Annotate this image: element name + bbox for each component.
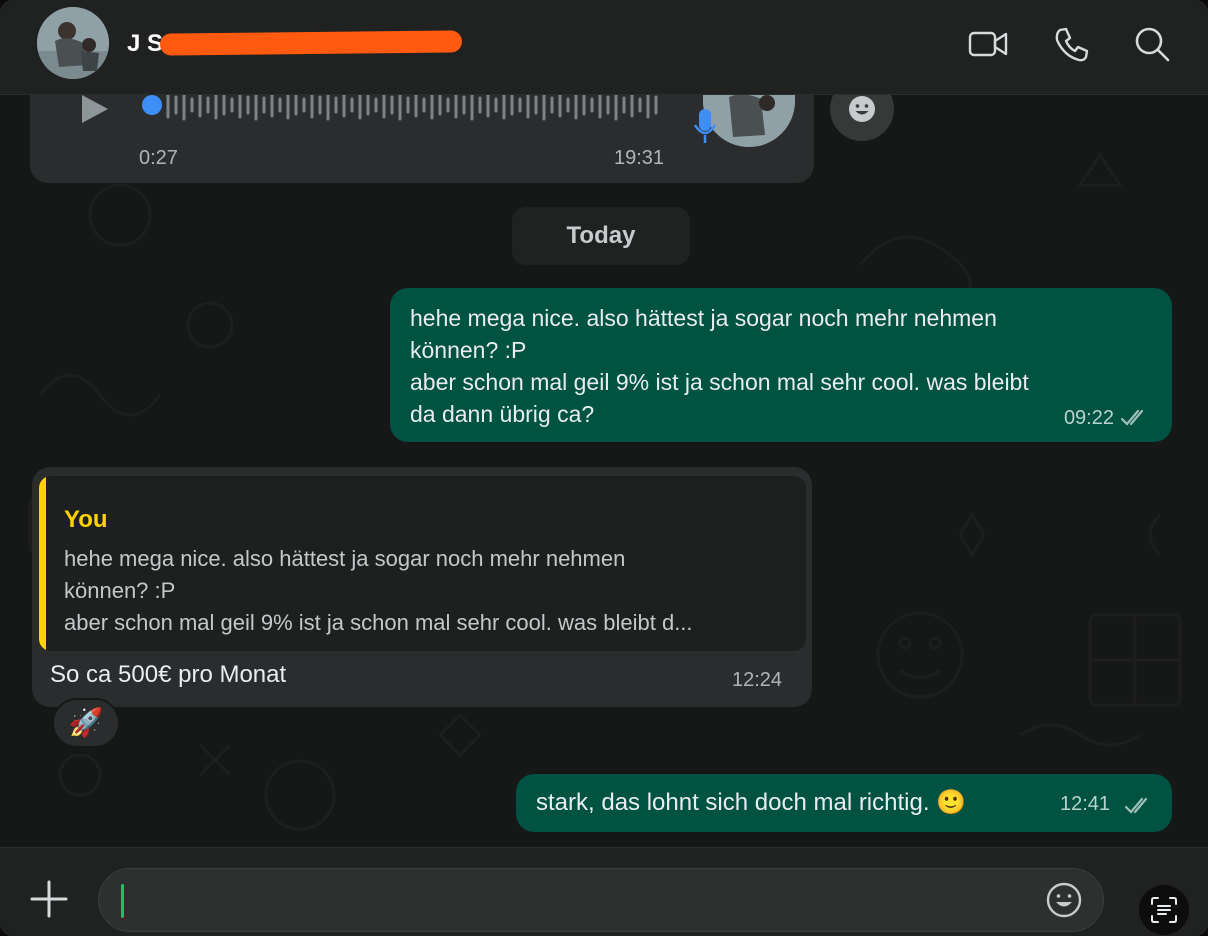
- scan-icon: [1151, 897, 1177, 923]
- message-time: 19:31: [614, 147, 665, 169]
- message-text: stark, das lohnt sich doch mal richtig. …: [536, 789, 967, 816]
- outgoing-message[interactable]: stark, das lohnt sich doch mal richtig. …: [516, 774, 1172, 832]
- play-icon[interactable]: [76, 95, 112, 127]
- contact-avatar[interactable]: [37, 7, 109, 79]
- quote-accent-bar: [39, 476, 46, 651]
- search-icon[interactable]: [1130, 22, 1174, 66]
- message-time: 12:24: [732, 669, 783, 691]
- video-call-icon[interactable]: [966, 22, 1010, 66]
- message-input-box[interactable]: [98, 868, 1104, 932]
- date-separator: Today: [512, 207, 690, 265]
- outgoing-message[interactable]: hehe mega nice. also hättest ja sogar no…: [390, 288, 1172, 442]
- quoted-message[interactable]: You hehe mega nice. also hättest ja soga…: [39, 476, 806, 651]
- message-reaction[interactable]: 🚀: [52, 698, 120, 748]
- read-ticks-icon: [1120, 409, 1144, 426]
- smiley-icon: [849, 96, 875, 122]
- text-cursor: [121, 884, 124, 918]
- attach-plus-icon[interactable]: [28, 878, 70, 920]
- quote-author: You: [64, 506, 108, 533]
- message-input[interactable]: [129, 879, 1009, 923]
- message-composer: [0, 847, 1208, 936]
- message-list[interactable]: 0:27 19:31 Today hehe mega nice. also hä…: [0, 95, 1208, 847]
- microphone-icon: [693, 109, 717, 143]
- chat-header: J S: [0, 0, 1208, 95]
- emoji-icon[interactable]: [1045, 881, 1083, 919]
- incoming-message[interactable]: You hehe mega nice. also hättest ja soga…: [32, 467, 812, 707]
- voice-message[interactable]: 0:27 19:31: [30, 95, 814, 183]
- quote-text: hehe mega nice. also hättest ja sogar no…: [64, 546, 693, 635]
- message-text: hehe mega nice. also hättest ja sogar no…: [410, 305, 1029, 427]
- redaction-mark: [159, 30, 463, 56]
- audio-waveform[interactable]: [142, 95, 662, 127]
- contact-name[interactable]: J S: [127, 30, 163, 58]
- chat-window: J S 0:27 19:31 Today hehe mega nice. als…: [0, 0, 1208, 936]
- message-text: So ca 500€ pro Monat: [50, 661, 287, 688]
- message-time: 09:22: [1063, 407, 1114, 429]
- scan-text-button[interactable]: [1139, 885, 1189, 935]
- voice-call-icon[interactable]: [1050, 22, 1094, 66]
- message-time: 12:41: [1060, 793, 1111, 815]
- read-ticks-icon: [1124, 797, 1148, 814]
- voice-duration: 0:27: [139, 147, 178, 169]
